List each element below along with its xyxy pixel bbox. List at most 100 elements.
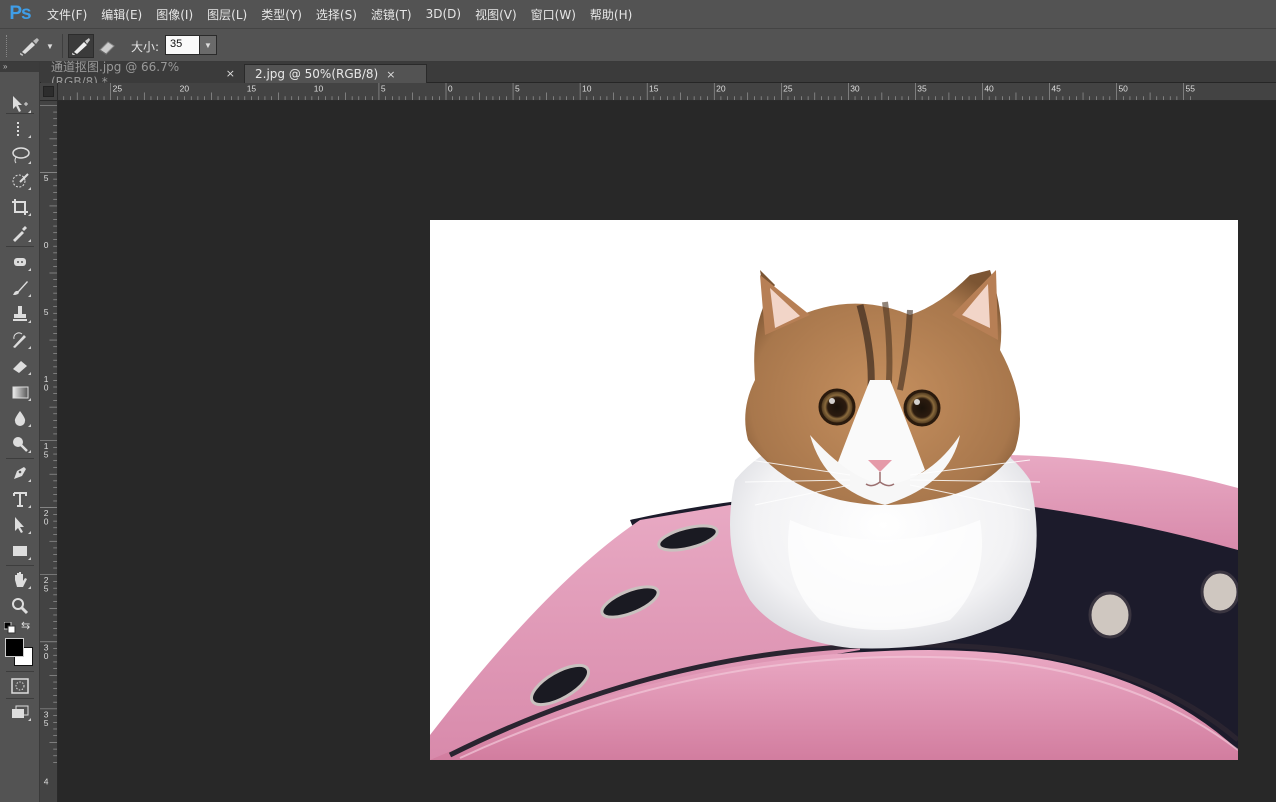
eyedropper-tool[interactable] [7,221,33,245]
foreground-color-swatch[interactable] [5,638,24,657]
quick-selection-icon [12,173,29,188]
type-icon [13,492,27,507]
ruler-label: 40 [984,84,994,94]
tab-document-1[interactable]: 通道抠图.jpg @ 66.7%(RGB/8) * × [41,60,246,89]
menu-help[interactable]: 帮助(H) [583,0,639,28]
eraser-icon [13,361,27,373]
ruler-label: 0 [44,517,49,527]
ruler-label: 10 [314,84,324,94]
crop-tool[interactable] [7,195,33,219]
close-icon[interactable]: × [226,67,235,80]
history-brush-icon [13,332,26,348]
stamp-icon [13,306,27,321]
close-icon[interactable]: × [386,68,395,81]
ruler-label: 25 [783,84,793,94]
blur-tool[interactable] [7,406,33,430]
rectangle-tool[interactable] [7,539,33,563]
ruler-origin[interactable] [40,83,58,101]
screen-mode-button[interactable] [7,700,33,724]
menu-type[interactable]: 类型(Y) [254,0,309,28]
gradient-tool[interactable] [7,380,33,404]
vertical-ruler: 5051015202530354 [40,101,58,802]
eyedropper-icon [13,226,27,242]
path-selection-icon [15,517,24,533]
quick-selection-tool[interactable] [7,169,33,193]
tool-preset-picker[interactable]: ▼ [18,35,58,57]
options-grip[interactable] [6,35,9,57]
menu-file[interactable]: 文件(F) [40,0,94,28]
menu-filter[interactable]: 滤镜(T) [364,0,419,28]
menu-layer[interactable]: 图层(L) [200,0,254,28]
ruler-label: 5 [44,718,49,728]
ruler-label: 20 [180,84,190,94]
ruler-label: 5 [44,307,49,317]
marquee-icon [17,122,19,136]
tools-panel-collapse-icon[interactable]: » [0,62,39,72]
ruler-label: 4 [44,776,49,786]
marquee-tool[interactable] [7,117,33,141]
menu-view[interactable]: 视图(V) [468,0,524,28]
pen-icon [14,467,26,479]
ruler-label: 5 [44,173,49,183]
rectangle-icon [13,546,27,556]
ruler-label: 45 [1051,84,1061,94]
canvas-area[interactable] [58,101,1276,802]
tools-panel: » ⇆ [0,62,40,802]
stamp-tool[interactable] [7,302,33,326]
dodge-icon [13,437,28,452]
brush-size-input[interactable]: 35 [165,35,201,55]
photoshop-logo: Ps [9,3,31,24]
ruler-label: 30 [850,84,860,94]
ruler-label: 55 [1186,84,1196,94]
ruler-label: 15 [649,84,659,94]
brush-size-dropdown-icon[interactable]: ▼ [199,35,217,55]
erase-refinements-button[interactable] [94,34,120,58]
swap-colors-icon[interactable]: ⇆ [21,619,30,632]
document-image[interactable] [430,220,1238,760]
ruler-label: 0 [44,651,49,661]
hand-tool[interactable] [7,568,33,592]
menu-edit[interactable]: 编辑(E) [94,0,149,28]
ruler-label: 50 [1118,84,1128,94]
blur-icon [14,411,26,426]
lasso-tool[interactable] [7,143,33,167]
spot-healing-icon [14,258,26,266]
menu-select[interactable]: 选择(S) [309,0,364,28]
ruler-label: 20 [716,84,726,94]
options-bar: ▼ 大小: 35 ▼ [0,28,1276,62]
pen-tool[interactable] [7,461,33,485]
move-icon [13,96,28,112]
path-selection-tool[interactable] [7,513,33,537]
eraser-tool[interactable] [7,354,33,378]
zoom-tool[interactable] [7,594,33,618]
brush-preset-icon [20,38,39,56]
menu-bar: Ps 文件(F) 编辑(E) 图像(I) 图层(L) 类型(Y) 选择(S) 滤… [0,0,1276,28]
type-tool[interactable] [7,487,33,511]
erase-refinements-icon [99,41,115,55]
brush-tool[interactable] [7,276,33,300]
dodge-tool[interactable] [7,432,33,456]
hand-icon [15,572,27,587]
zoom-icon [12,598,29,615]
ruler-label: 35 [917,84,927,94]
brush-icon [13,281,28,295]
spot-healing-tool[interactable] [7,250,33,274]
ruler-label: 0 [44,383,49,393]
ruler-label: 5 [44,450,49,460]
ruler-label: 0 [44,240,49,250]
refine-brush-icon [72,38,90,55]
quick-mask-icon [11,678,29,694]
ruler-label: 15 [247,84,257,94]
default-colors-icon[interactable] [3,621,16,639]
tab-document-2-label: 2.jpg @ 50%(RGB/8) [255,67,379,81]
tab-document-2[interactable]: 2.jpg @ 50%(RGB/8) × [244,64,427,83]
preset-dropdown-arrow-icon: ▼ [46,41,54,51]
menu-window[interactable]: 窗口(W) [524,0,583,28]
cat-in-pink-carrier-image [430,270,1238,760]
ruler-label: 5 [44,584,49,594]
refine-brush-button[interactable] [68,34,94,58]
quick-mask-button[interactable] [7,674,33,698]
menu-image[interactable]: 图像(I) [149,0,200,28]
history-brush-tool[interactable] [7,328,33,352]
menu-3d[interactable]: 3D(D) [419,0,468,28]
